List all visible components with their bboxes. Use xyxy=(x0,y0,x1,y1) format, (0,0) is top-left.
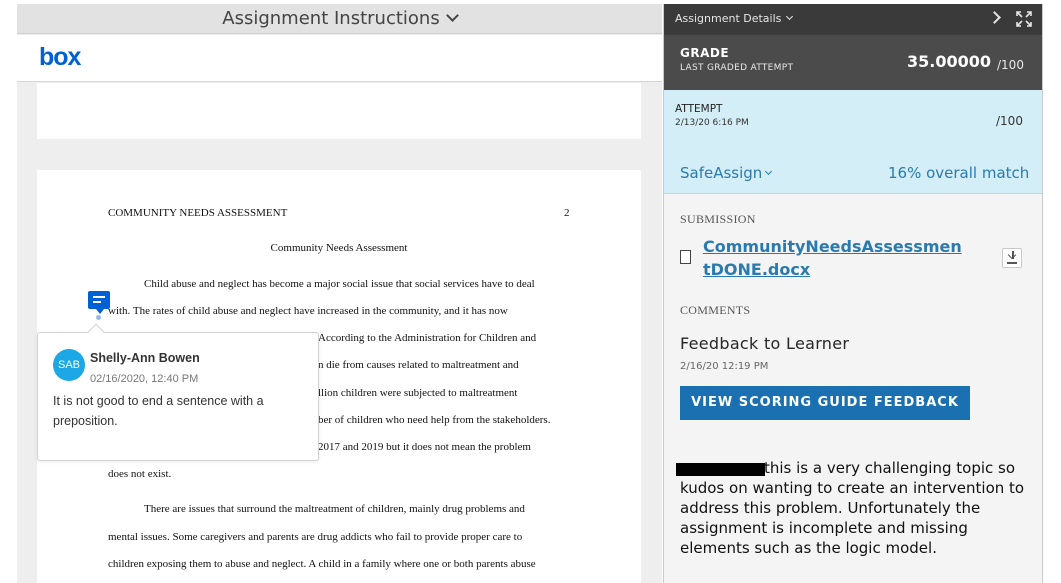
document-line: does not exist. xyxy=(108,468,172,480)
safeassign-label: SafeAssign xyxy=(680,164,763,182)
comment-date: 02/16/2020, 12:40 PM xyxy=(90,373,199,385)
file-icon xyxy=(680,250,691,264)
comment-author: Shelly-Ann Bowen xyxy=(90,351,200,365)
grade-score: 35.00000 xyxy=(907,52,992,71)
attempt-label: ATTEMPT xyxy=(675,103,723,115)
redaction-bar xyxy=(676,463,765,476)
chevron-down-icon xyxy=(786,12,794,21)
download-button[interactable] xyxy=(1002,248,1022,268)
annotation-anchor-dot xyxy=(96,315,101,320)
annotation-comment-icon[interactable] xyxy=(88,291,110,314)
grade-section: GRADE LAST GRADED ATTEMPT 35.00000 /100 xyxy=(664,35,1042,90)
feedback-date: 2/16/20 12:19 PM xyxy=(680,361,769,372)
grade-sublabel: LAST GRADED ATTEMPT xyxy=(680,63,794,73)
grade-label: GRADE xyxy=(680,46,730,60)
document-line: llion children were subjected to maltrea… xyxy=(318,387,518,399)
document-line: children exposing them to abuse and negl… xyxy=(108,558,536,570)
details-header-title: Assignment Details xyxy=(675,12,782,25)
grade-max: /100 xyxy=(997,58,1024,72)
chevron-down-icon xyxy=(445,9,459,22)
page-number: 2 xyxy=(564,207,570,219)
attempt-section: ATTEMPT 2/13/20 6:16 PM /100 SafeAssign … xyxy=(664,90,1042,194)
box-logo: box xyxy=(39,43,81,71)
details-header: Assignment Details xyxy=(664,4,1042,35)
comments-label: COMMENTS xyxy=(680,303,751,317)
assignment-details-panel: Assignment Details GRADE LAST GRADED ATT… xyxy=(663,4,1043,583)
comment-text: It is not good to end a sentence with a … xyxy=(53,394,264,428)
attempt-date: 2/13/20 6:16 PM xyxy=(675,118,749,128)
assignment-instructions-toggle[interactable]: Assignment Instructions xyxy=(17,4,662,34)
overall-match-link[interactable]: 16% overall match xyxy=(888,164,1029,182)
avatar: SAB xyxy=(53,349,85,381)
safeassign-dropdown[interactable]: SafeAssign xyxy=(680,164,773,182)
view-scoring-guide-feedback-button[interactable]: VIEW SCORING GUIDE FEEDBACK xyxy=(680,386,970,420)
feedback-title: Feedback to Learner xyxy=(680,334,850,353)
running-head: COMMUNITY NEEDS ASSESSMENT xyxy=(108,207,288,219)
annotation-comment-card: SAB Shelly-Ann Bowen 02/16/2020, 12:40 P… xyxy=(37,323,319,461)
document-line: ber of children who need help from the s… xyxy=(318,414,551,426)
document-page-previous xyxy=(37,83,641,139)
instructions-title: Assignment Instructions xyxy=(222,8,440,29)
submission-label: SUBMISSION xyxy=(680,212,756,226)
chevron-right-icon[interactable] xyxy=(988,11,1001,24)
document-line: There are issues that surround the maltr… xyxy=(144,503,525,515)
document-line: Child abuse and neglect has become a maj… xyxy=(144,278,535,290)
chevron-down-icon xyxy=(765,167,773,176)
document-line: n die from causes related to maltreatmen… xyxy=(318,359,519,371)
submission-file-link[interactable]: CommunityNeedsAssessmentDONE.docx xyxy=(703,235,965,281)
box-toolbar: box xyxy=(17,35,662,82)
document-line: with. The rates of child abuse and negle… xyxy=(108,305,508,317)
document-viewer: Assignment Instructions box COMMUNITY NE… xyxy=(17,4,662,583)
document-line: According to the Administration for Chil… xyxy=(318,332,537,344)
document-line: 2017 and 2019 but it does not mean the p… xyxy=(318,441,531,453)
document-line: mental issues. Some caregivers and paren… xyxy=(108,531,523,543)
attempt-max: /100 xyxy=(996,114,1023,128)
document-title: Community Needs Assessment xyxy=(270,242,408,254)
expand-icon[interactable] xyxy=(1016,11,1032,27)
details-header-toggle[interactable]: Assignment Details xyxy=(675,12,794,25)
app-root: Assignment Instructions box COMMUNITY NE… xyxy=(0,0,1061,583)
